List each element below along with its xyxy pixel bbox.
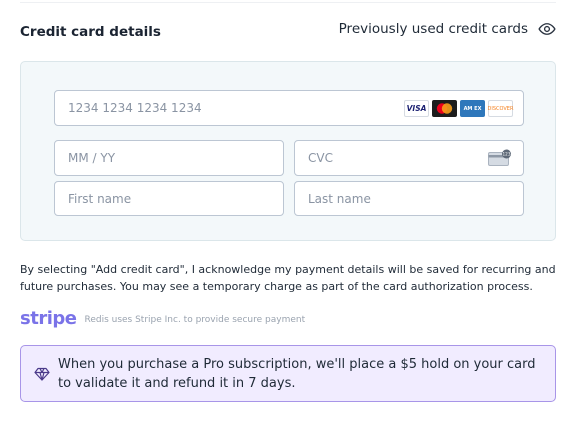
visa-icon: VISA xyxy=(404,100,429,117)
first-name-field[interactable] xyxy=(54,181,284,216)
gem-icon xyxy=(34,367,50,381)
card-brand-logos: VISA AM EX DISCOVER xyxy=(404,100,513,117)
amex-icon: AM EX xyxy=(460,100,485,117)
stripe-logo: stripe xyxy=(20,308,77,329)
expiry-input[interactable] xyxy=(55,141,283,175)
expiry-field[interactable] xyxy=(54,140,284,176)
first-name-input[interactable] xyxy=(55,182,283,215)
stripe-note: Redis uses Stripe Inc. to provide secure… xyxy=(84,315,306,325)
discover-icon: DISCOVER xyxy=(488,100,513,117)
mastercard-icon xyxy=(432,100,457,117)
card-back-icon: 123 xyxy=(488,149,511,166)
card-number-field[interactable]: VISA AM EX DISCOVER xyxy=(54,90,524,126)
previously-used-cards-label: Previously used credit cards xyxy=(338,21,528,37)
consent-text: By selecting "Add credit card", I acknow… xyxy=(20,263,556,293)
svg-text:123: 123 xyxy=(503,152,511,157)
top-divider xyxy=(20,2,556,3)
section-title: Credit card details xyxy=(20,24,161,40)
cvc-field[interactable]: 123 xyxy=(294,140,524,176)
pro-hold-notice: When you purchase a Pro subscription, we… xyxy=(20,345,556,402)
last-name-field[interactable] xyxy=(294,181,524,216)
card-details-panel: VISA AM EX DISCOVER 123 xyxy=(20,61,556,241)
discover-label: DISCOVER xyxy=(487,105,514,112)
eye-icon[interactable] xyxy=(538,20,556,38)
last-name-input[interactable] xyxy=(295,182,523,215)
stripe-attribution: stripe Redis uses Stripe Inc. to provide… xyxy=(20,308,305,329)
notice-text: When you purchase a Pro subscription, we… xyxy=(58,356,536,391)
previously-used-cards-link[interactable]: Previously used credit cards xyxy=(339,20,556,38)
